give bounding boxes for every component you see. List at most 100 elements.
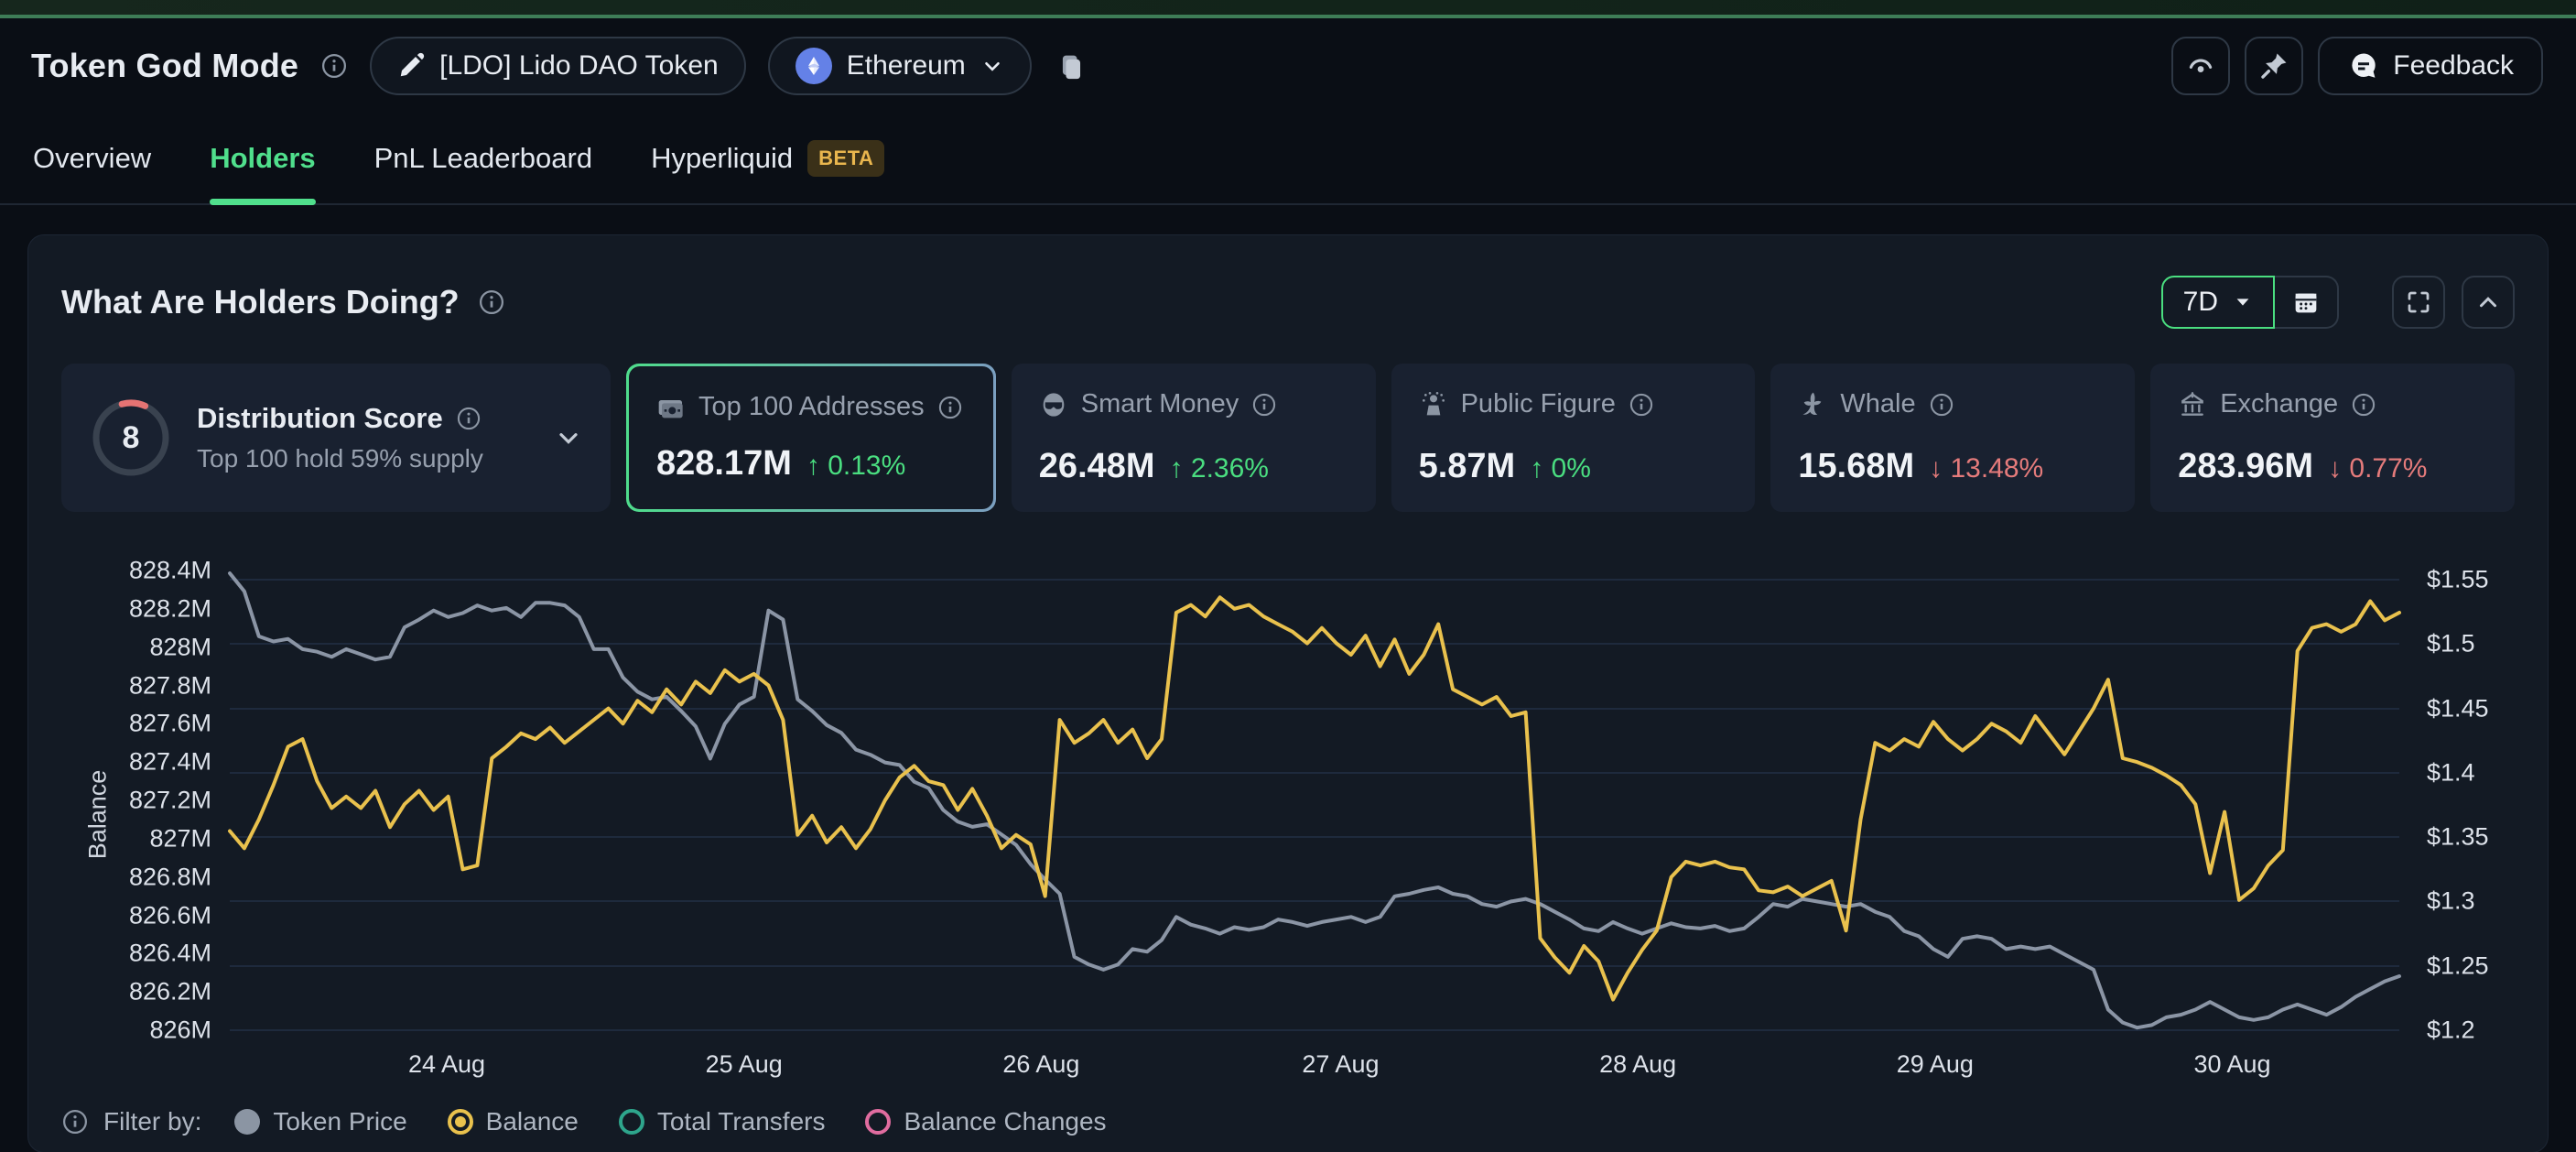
banknote-icon <box>656 393 686 422</box>
left-axis-tick: 827.4M <box>56 748 211 777</box>
stat-card-label: Whale <box>1840 389 1915 419</box>
stat-info-icon[interactable] <box>1929 392 1954 418</box>
stat-info-icon[interactable] <box>1251 392 1277 418</box>
chevron-up-icon <box>2474 288 2502 316</box>
watchlist-eye-button[interactable] <box>2171 37 2230 95</box>
filter-option-label: Token Price <box>273 1107 406 1136</box>
tab-label: Overview <box>33 142 151 175</box>
filter-info-icon[interactable] <box>61 1108 89 1136</box>
token-selector-button[interactable]: [LDO] Lido DAO Token <box>370 37 746 95</box>
stat-info-icon[interactable] <box>2351 392 2376 418</box>
left-axis-tick: 827.8M <box>56 671 211 700</box>
left-axis-tick: 826.2M <box>56 978 211 1006</box>
x-axis-tick: 26 Aug <box>1002 1050 1079 1079</box>
app-root: Token God Mode [LDO] Lido DAO Token Ethe… <box>0 0 2576 1152</box>
distribution-score-value: 8 <box>89 396 173 480</box>
right-axis-tick: $1.55 <box>2427 566 2489 594</box>
smart-money-icon <box>1039 390 1068 419</box>
stat-card-top-100-addresses[interactable]: Top 100 Addresses828.17M↑ 0.13% <box>626 364 996 512</box>
beta-badge: BETA <box>807 140 884 177</box>
stat-cards: 8 Distribution Score Top 100 hold 59% su… <box>61 364 2515 512</box>
stat-card-inner: Exchange283.96M↓ 0.77% <box>2150 364 2515 512</box>
left-axis-tick: 826M <box>56 1016 211 1045</box>
stat-card-delta: ↑ 0% <box>1530 453 1591 484</box>
stat-card-inner: Top 100 Addresses828.17M↑ 0.13% <box>629 366 993 509</box>
filter-option-balance-changes[interactable]: Balance Changes <box>865 1107 1106 1136</box>
right-axis-tick: $1.45 <box>2427 694 2489 723</box>
x-axis-tick: 25 Aug <box>706 1050 783 1079</box>
distribution-score-subtitle: Top 100 hold 59% supply <box>197 444 483 473</box>
left-axis-tick: 828M <box>56 633 211 661</box>
distribution-score-label: Distribution Score <box>197 402 443 435</box>
pin-button[interactable] <box>2245 37 2303 95</box>
left-axis-tick: 826.8M <box>56 863 211 891</box>
distribution-info-icon[interactable] <box>456 406 482 431</box>
tab-hyperliquid[interactable]: Hyperliquid BETA <box>651 114 884 203</box>
stat-card-label: Smart Money <box>1081 389 1239 419</box>
fullscreen-button[interactable] <box>2392 276 2445 329</box>
x-axis-tick: 27 Aug <box>1302 1050 1379 1079</box>
stat-card-whale[interactable]: Whale15.68M↓ 13.48% <box>1770 364 2135 512</box>
stat-card-label: Exchange <box>2220 389 2338 419</box>
public-figure-icon <box>1419 390 1448 419</box>
left-axis-tick: 826.6M <box>56 901 211 929</box>
token-selector-label: [LDO] Lido DAO Token <box>439 50 719 82</box>
distribution-chevron-down-icon[interactable] <box>554 423 583 452</box>
stat-card-public-figure[interactable]: Public Figure 5.87M ↑ 0% <box>1391 364 1756 512</box>
panel-title: What Are Holders Doing? <box>61 283 460 321</box>
filter-option-label: Total Transfers <box>657 1107 826 1136</box>
holders-chart: $1.55$1.5$1.45$1.4$1.35$1.3$1.25$1.2828.… <box>61 563 2515 1076</box>
chart-series-svg <box>230 571 2399 1041</box>
feedback-button[interactable]: Feedback <box>2318 37 2543 95</box>
stat-card-value: 15.68M <box>1798 447 1914 486</box>
chevron-down-icon <box>980 54 1004 78</box>
filter-option-total-transfers[interactable]: Total Transfers <box>619 1107 826 1136</box>
tab-label: Hyperliquid <box>651 142 793 175</box>
panel-info-icon[interactable] <box>478 288 505 316</box>
stat-card-delta: ↑ 2.36% <box>1170 453 1269 484</box>
stat-info-icon[interactable] <box>1629 392 1654 418</box>
series-line-balance <box>230 597 2399 999</box>
stat-card-value: 283.96M <box>2178 447 2313 486</box>
left-axis-tick: 827.6M <box>56 710 211 738</box>
stat-info-icon[interactable] <box>937 395 963 420</box>
holders-panel: What Are Holders Doing? 7D <box>27 234 2549 1152</box>
filter-option-balance[interactable]: Balance <box>448 1107 579 1136</box>
right-axis-tick: $1.2 <box>2427 1016 2475 1045</box>
exchange-icon <box>2178 390 2207 419</box>
collapse-button[interactable] <box>2462 276 2515 329</box>
stat-card-label: Public Figure <box>1461 389 1616 419</box>
filter-option-token-price[interactable]: Token Price <box>234 1107 406 1136</box>
tab-overview[interactable]: Overview <box>33 114 151 203</box>
left-axis-tick: 827M <box>56 824 211 853</box>
x-axis-tick: 28 Aug <box>1599 1050 1676 1079</box>
network-selector-button[interactable]: Ethereum <box>768 37 1032 95</box>
stat-card-delta: ↑ 0.13% <box>806 451 905 482</box>
stat-card-inner: Public Figure 5.87M ↑ 0% <box>1391 364 1756 512</box>
right-axis-tick: $1.4 <box>2427 758 2475 787</box>
stat-card-exchange[interactable]: Exchange283.96M↓ 0.77% <box>2150 364 2515 512</box>
tab-label: Holders <box>210 142 315 175</box>
stat-card-smart-money[interactable]: Smart Money26.48M↑ 2.36% <box>1012 364 1376 512</box>
right-axis-tick: $1.35 <box>2427 823 2489 852</box>
filter-label: Filter by: <box>103 1107 201 1136</box>
calendar-button[interactable] <box>2275 276 2339 329</box>
stat-card-value: 5.87M <box>1419 447 1516 486</box>
header: Token God Mode [LDO] Lido DAO Token Ethe… <box>0 18 2576 114</box>
timeframe-dropdown[interactable]: 7D <box>2161 276 2275 329</box>
distribution-score-card[interactable]: 8 Distribution Score Top 100 hold 59% su… <box>61 364 611 512</box>
left-axis-tick: 828.2M <box>56 594 211 623</box>
left-axis-tick: 826.4M <box>56 940 211 968</box>
radio-dot-icon <box>865 1109 891 1135</box>
tab-pnl-leaderboard[interactable]: PnL Leaderboard <box>374 114 592 203</box>
filter-option-label: Balance Changes <box>904 1107 1106 1136</box>
tabs: Overview Holders PnL Leaderboard Hyperliqui… <box>0 114 2576 205</box>
x-axis-tick: 24 Aug <box>408 1050 485 1079</box>
page-title: Token God Mode <box>31 47 298 85</box>
series-line-token-price <box>230 573 2399 1027</box>
filter-option-label: Balance <box>486 1107 579 1136</box>
info-icon[interactable] <box>320 52 348 80</box>
tab-holders[interactable]: Holders <box>210 114 315 203</box>
copy-address-icon[interactable] <box>1054 50 1085 82</box>
filter-row: Filter by: Token Price Balance Total Trans… <box>61 1107 2515 1136</box>
